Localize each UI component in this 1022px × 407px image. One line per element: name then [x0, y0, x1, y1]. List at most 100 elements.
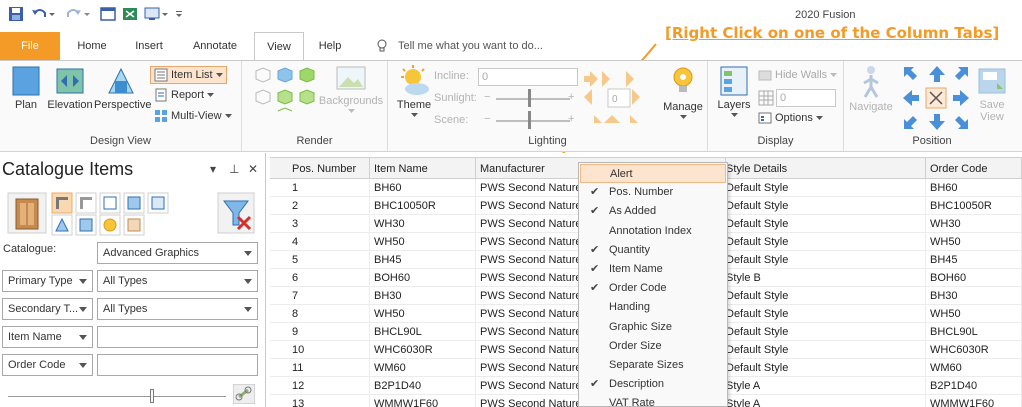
sunlight-decrease[interactable]: − [484, 91, 490, 103]
tell-me-box[interactable]: Tell me what you want to do... [376, 39, 543, 53]
elevation-button[interactable]: Elevation [44, 65, 96, 111]
checkmark-icon: ✔ [590, 205, 600, 218]
order-code-field-select[interactable]: Order Code [2, 354, 93, 376]
checkmark-icon: ✔ [590, 263, 600, 275]
catalogue-select[interactable]: Advanced Graphics [97, 242, 258, 264]
cell-pos-number: 5 [270, 251, 370, 269]
pin-icon[interactable]: ⊥ [229, 162, 239, 176]
item-name-input[interactable] [97, 326, 258, 348]
column-chooser-menu: Alert ✔ Pos. Number ✔ As Added Annotation Ind… [578, 162, 728, 407]
save-icon[interactable] [8, 6, 24, 22]
screen-icon[interactable] [144, 6, 170, 22]
hide-walls-button[interactable]: Hide Walls [758, 68, 838, 82]
menu-item-pos-number[interactable]: ✔ Pos. Number [580, 183, 726, 202]
tab-insert[interactable]: Insert [124, 32, 174, 60]
cell-order-code: WM60 [926, 359, 1022, 377]
menu-item-graphic-size[interactable]: Graphic Size [580, 318, 726, 337]
cell-pos-number: 11 [270, 359, 370, 377]
menu-item-annotation-index[interactable]: Annotation Index [580, 222, 726, 241]
tell-me-text: Tell me what you want to do... [398, 40, 543, 52]
cell-order-code: WHC6030R [926, 341, 1022, 359]
primary-type-field-select[interactable]: Primary Type [2, 270, 93, 292]
tab-annotate[interactable]: Annotate [182, 32, 248, 60]
grid-icon [758, 90, 774, 106]
secondary-type-select[interactable]: All Types [97, 298, 258, 320]
plan-label: Plan [14, 99, 38, 111]
report-button[interactable]: Report [154, 88, 215, 102]
cell-pos-number: 13 [270, 395, 370, 407]
sunlight-label: Sunlight: [434, 92, 477, 104]
cell-order-code: B2P1D40 [926, 377, 1022, 395]
layers-button[interactable]: Layers [714, 65, 754, 118]
elevation-icon [56, 68, 84, 94]
secondary-type-value: All Types [103, 303, 148, 315]
catalogue-category-icons[interactable] [6, 191, 258, 237]
export-icon[interactable] [122, 6, 138, 22]
undo-icon[interactable] [31, 6, 55, 22]
menu-item-separate-sizes[interactable]: Separate Sizes [580, 356, 726, 375]
column-header-order-code[interactable]: Order Code [926, 157, 1022, 179]
menu-item-label: Quantity [609, 243, 650, 256]
secondary-type-field-select[interactable]: Secondary T... [2, 298, 93, 320]
redo-icon[interactable] [66, 6, 90, 22]
wall-height-input[interactable]: 0 [776, 89, 836, 107]
customize-toolbar-icon[interactable] [174, 6, 184, 22]
group-display: Layers Hide Walls 0 Options Display [708, 61, 844, 151]
menu-item-order-code[interactable]: ✔ Order Code [580, 279, 726, 298]
manage-button[interactable]: Manage [660, 65, 706, 120]
backgrounds-button[interactable]: Backgrounds [318, 65, 384, 114]
item-name-field-select[interactable]: Item Name [2, 326, 93, 348]
perspective-button[interactable]: Perspective [94, 65, 151, 111]
menu-item-order-size[interactable]: Order Size [580, 337, 726, 356]
column-header-item-name[interactable]: Item Name [370, 157, 476, 179]
save-view-button[interactable]: Save View [972, 65, 1012, 123]
sunlight-slider-thumb[interactable] [528, 89, 531, 107]
scene-slider[interactable] [496, 120, 570, 122]
scene-increase[interactable]: + [568, 113, 574, 125]
theme-button[interactable]: Theme [394, 65, 434, 118]
incline-input[interactable]: 0 [478, 68, 578, 86]
tab-help[interactable]: Help [308, 32, 352, 60]
new-window-icon[interactable] [100, 6, 116, 22]
menu-item-item-name[interactable]: ✔ Item Name [580, 260, 726, 279]
panel-dropdown-icon[interactable]: ▾ [210, 162, 216, 176]
checkmark-icon: ✔ [590, 243, 600, 256]
item-list-button[interactable]: Item List [150, 66, 227, 84]
menu-item-as-added[interactable]: ✔ As Added [580, 202, 726, 221]
column-header-pos-number[interactable]: Pos. Number [270, 157, 370, 179]
menu-item-quantity[interactable]: ✔ Quantity [580, 241, 726, 260]
tab-home[interactable]: Home [66, 32, 118, 60]
size-slider-thumb[interactable] [150, 389, 154, 403]
menu-item-handing[interactable]: Handing [580, 298, 726, 317]
tab-file[interactable]: File [0, 32, 60, 60]
options-button[interactable]: Options [758, 111, 823, 125]
menu-item-alert[interactable]: Alert [580, 164, 726, 183]
scene-slider-thumb[interactable] [528, 111, 531, 129]
plan-button[interactable]: Plan [6, 65, 46, 111]
menu-item-description[interactable]: ✔ Description [580, 375, 726, 394]
column-header-style-details[interactable]: Style Details [726, 157, 926, 179]
order-code-input[interactable] [97, 354, 258, 376]
sun-direction-arrows[interactable]: 0 [582, 67, 648, 129]
scene-decrease[interactable]: − [484, 113, 490, 125]
menu-item-label: Separate Sizes [609, 359, 684, 371]
close-icon[interactable]: ✕ [248, 162, 258, 176]
chevron-down-icon [830, 72, 838, 77]
camera-position-arrows[interactable] [902, 65, 972, 131]
cell-item-name: WH50 [370, 233, 476, 251]
navigate-button[interactable]: Navigate [846, 65, 896, 113]
ribbon: Plan Elevation Perspective Item List Rep… [0, 60, 1022, 152]
tab-view[interactable]: View [254, 32, 304, 60]
multi-view-button[interactable]: Multi-View [154, 109, 232, 123]
primary-type-select[interactable]: All Types [97, 270, 258, 292]
link-icon[interactable] [233, 384, 255, 404]
menu-item-label: Handing [609, 301, 650, 314]
menu-item-vat-rate[interactable]: VAT Rate [580, 394, 726, 407]
size-slider-track[interactable] [8, 396, 226, 397]
cell-order-code: WMMW1F60 [926, 395, 1022, 407]
chevron-down-icon [79, 335, 87, 340]
sunlight-slider[interactable] [496, 98, 570, 100]
multi-view-icon [155, 110, 167, 122]
cell-style-details: Style A [726, 377, 926, 395]
sunlight-increase[interactable]: + [568, 91, 574, 103]
